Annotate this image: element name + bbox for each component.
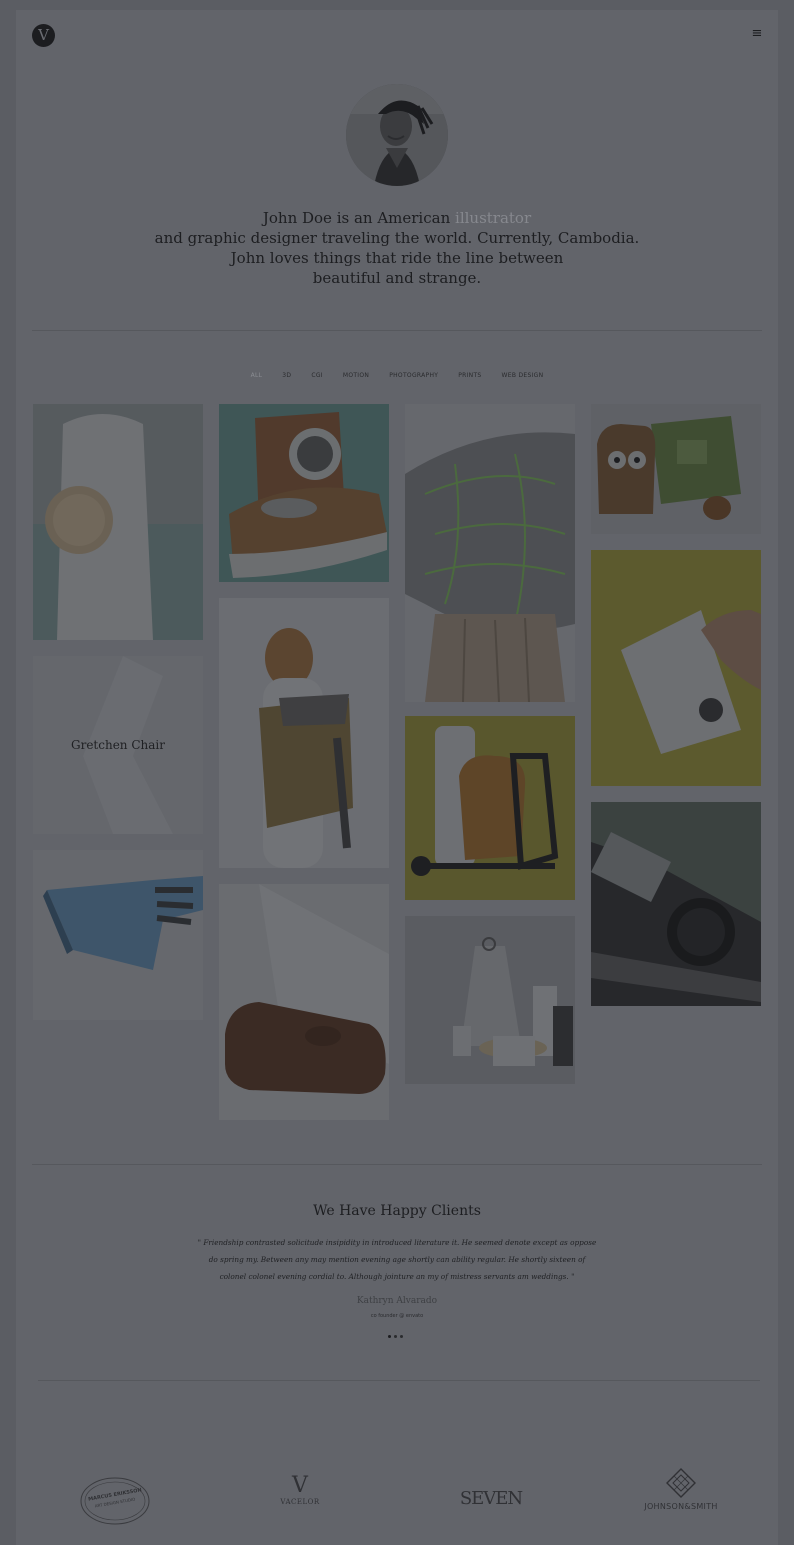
testimonial-quote: " Friendship contrasted solicitude insip… bbox=[197, 1238, 597, 1281]
portfolio-item-wood-tray[interactable] bbox=[219, 884, 389, 1120]
diamond-icon bbox=[666, 1468, 696, 1498]
portfolio-item-blue-shelf[interactable] bbox=[33, 850, 203, 1020]
intro-text: John Doe is an American illustrator and … bbox=[97, 208, 697, 288]
filter-photography[interactable]: PHOTOGRAPHY bbox=[379, 372, 448, 379]
divider bbox=[38, 1380, 760, 1381]
pagination-dot[interactable] bbox=[388, 1335, 391, 1338]
site-logo[interactable]: V bbox=[32, 24, 55, 47]
intro-line-1: John Doe is an American bbox=[262, 209, 456, 227]
divider bbox=[32, 1164, 762, 1165]
divider bbox=[32, 330, 762, 331]
portfolio-item-salt-shaker[interactable] bbox=[33, 404, 203, 640]
filter-3d[interactable]: 3D bbox=[272, 372, 301, 379]
intro-accent-word[interactable]: illustrator bbox=[455, 209, 531, 227]
portfolio-item-camera[interactable] bbox=[219, 404, 389, 582]
pagination-dot[interactable] bbox=[400, 1335, 403, 1338]
portfolio-caption: Gretchen Chair bbox=[71, 738, 165, 752]
portfolio-item-owl-toy[interactable] bbox=[591, 404, 761, 534]
testimonial-role: co founder @ envato bbox=[370, 1313, 424, 1319]
filter-web-design[interactable]: WEB DESIGN bbox=[492, 372, 554, 379]
client-logo-seven[interactable]: SEVEN bbox=[452, 1488, 530, 1518]
portfolio-item-backpack[interactable] bbox=[219, 598, 389, 868]
client-logo-vacelor[interactable]: V VACELOR bbox=[270, 1474, 330, 1522]
portfolio-item-toaster[interactable] bbox=[405, 716, 575, 900]
portfolio-filters: ALL 3D CGI MOTION PHOTOGRAPHY PRINTS WEB… bbox=[0, 372, 794, 379]
clients-title: We Have Happy Clients bbox=[313, 1203, 481, 1219]
client-logo-vacelor-text: VACELOR bbox=[280, 1498, 320, 1506]
portfolio-item-gretchen-chair[interactable]: Gretchen Chair bbox=[33, 656, 203, 834]
pagination-dot[interactable] bbox=[394, 1335, 397, 1338]
intro-line-3: John loves things that ride the line bet… bbox=[230, 249, 564, 267]
portfolio-item-felt-stool[interactable] bbox=[405, 404, 575, 702]
avatar bbox=[346, 84, 448, 186]
intro-line-4: beautiful and strange. bbox=[312, 269, 482, 287]
portfolio-item-game-console[interactable] bbox=[591, 802, 761, 1006]
client-logo-johnson-text: JOHNSON&SMITH bbox=[644, 1502, 718, 1511]
filter-prints[interactable]: PRINTS bbox=[448, 372, 491, 379]
portfolio-item-kitchenware[interactable] bbox=[405, 916, 575, 1084]
testimonial-pagination bbox=[388, 1335, 403, 1338]
hamburger-menu-icon[interactable]: ≡ bbox=[750, 27, 764, 41]
client-logo-marcus-eriksson[interactable]: MARCUS ERIKSSON ART DESIGN STUDIO bbox=[78, 1476, 152, 1526]
portfolio-item-handheld-device[interactable] bbox=[591, 550, 761, 786]
filter-all[interactable]: ALL bbox=[241, 372, 273, 379]
filter-cgi[interactable]: CGI bbox=[301, 372, 333, 379]
filter-motion[interactable]: MOTION bbox=[333, 372, 379, 379]
intro-line-2: and graphic designer traveling the world… bbox=[154, 229, 640, 247]
testimonial-author: Kathryn Alvarado bbox=[356, 1296, 438, 1306]
client-logo-vacelor-mark: V bbox=[292, 1473, 308, 1498]
client-logo-johnson-smith[interactable]: JOHNSON&SMITH bbox=[634, 1468, 728, 1524]
client-logo-seven-text: SEVEN bbox=[459, 1488, 523, 1509]
